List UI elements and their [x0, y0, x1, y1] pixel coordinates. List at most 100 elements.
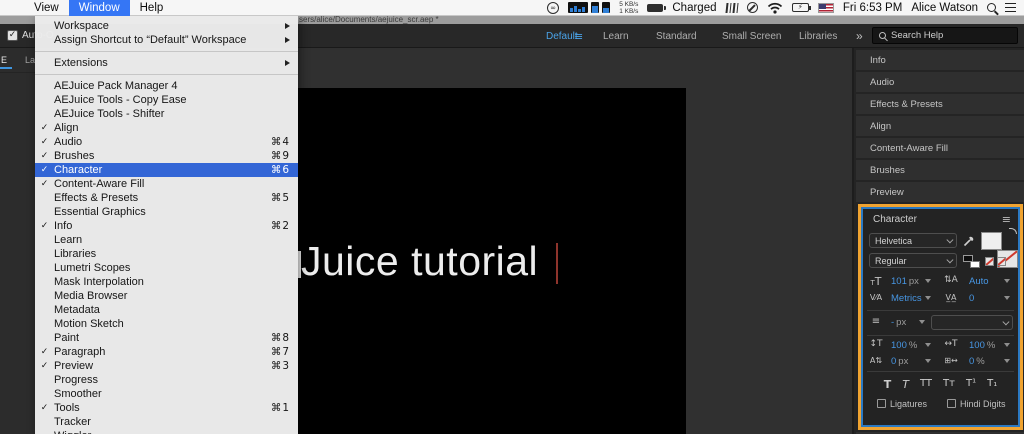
workspace-tab-learn[interactable]: Learn: [603, 31, 629, 42]
search-help-box[interactable]: [872, 27, 1018, 44]
tsume-dropdown-arrow[interactable]: [1004, 359, 1010, 363]
fill-color-swatch[interactable]: [981, 232, 1002, 250]
all-caps-button[interactable]: TT: [920, 379, 932, 389]
creative-cloud-icon[interactable]: ∞: [547, 1, 560, 14]
kerning-dropdown-arrow[interactable]: [925, 296, 931, 300]
notification-center-icon[interactable]: [1005, 2, 1016, 13]
network-speed-indicator[interactable]: 5 KB/s 1 KB/s: [619, 1, 638, 15]
superscript-button[interactable]: T¹: [966, 379, 976, 389]
menu-item-tools[interactable]: ✓ Tools ⌘1: [35, 401, 298, 415]
faux-bold-button[interactable]: T: [884, 379, 892, 390]
eyedropper-icon[interactable]: [963, 233, 976, 247]
menu-item-progress[interactable]: Progress: [35, 373, 298, 387]
font-size-dropdown-arrow[interactable]: [925, 279, 931, 283]
menu-item-smoother[interactable]: Smoother: [35, 387, 298, 401]
workspace-menu-icon[interactable]: ≡: [574, 30, 583, 43]
workspace-tab-standard[interactable]: Standard: [656, 31, 697, 42]
stroke-width-dropdown-arrow[interactable]: [919, 320, 925, 324]
panel-header-info[interactable]: Info: [856, 50, 1024, 70]
font-family-dropdown[interactable]: Helvetica: [869, 233, 957, 248]
font-style-dropdown[interactable]: Regular: [869, 253, 957, 268]
ligatures-checkbox[interactable]: [877, 399, 886, 408]
panel-header-effects-presets[interactable]: Effects & Presets: [856, 94, 1024, 114]
no-fill-swatch[interactable]: [985, 257, 994, 266]
menu-item-audio[interactable]: ✓ Audio ⌘4: [35, 135, 298, 149]
no-color-swatches[interactable]: [985, 257, 1006, 266]
workspace-overflow-icon[interactable]: »: [856, 29, 863, 43]
battery-status-label[interactable]: Charged: [672, 2, 716, 14]
menu-item-content-aware-fill[interactable]: ✓ Content-Aware Fill: [35, 177, 298, 191]
menu-item-effects-presets[interactable]: Effects & Presets ⌘5: [35, 191, 298, 205]
menu-item-media-browser[interactable]: Media Browser: [35, 289, 298, 303]
menu-item-lumetri-scopes[interactable]: Lumetri Scopes: [35, 261, 298, 275]
menu-item-tracker[interactable]: Tracker: [35, 415, 298, 429]
leading-value[interactable]: Auto: [969, 276, 989, 287]
battery-charging-icon[interactable]: [647, 3, 667, 12]
workspace-tab-small-screen[interactable]: Small Screen: [722, 31, 781, 42]
menu-item-workspace[interactable]: Workspace: [35, 19, 298, 33]
menu-item-wiggler[interactable]: Wiggler: [35, 429, 298, 434]
menu-item-assign-shortcut-to-default-workspace[interactable]: Assign Shortcut to “Default” Workspace: [35, 33, 298, 47]
wifi-icon[interactable]: [767, 2, 783, 14]
panel-header-brushes[interactable]: Brushes: [856, 160, 1024, 180]
menu-item-brushes[interactable]: ✓ Brushes ⌘9: [35, 149, 298, 163]
menubar-item-window[interactable]: Window: [68, 0, 130, 16]
vertical-scale-value[interactable]: 100%: [891, 340, 917, 351]
baseline-shift-value[interactable]: 0 px: [891, 356, 908, 367]
menu-item-aejuice-pack-manager-4[interactable]: AEJuice Pack Manager 4: [35, 79, 298, 93]
spotlight-search-icon[interactable]: [987, 3, 996, 12]
menu-bar-clock[interactable]: Fri 6:53 PM: [843, 2, 902, 14]
stroke-style-dropdown[interactable]: [931, 315, 1013, 330]
small-caps-button[interactable]: Tᴛ: [943, 379, 955, 389]
menu-item-paragraph[interactable]: ✓ Paragraph ⌘7: [35, 345, 298, 359]
faux-italic-button[interactable]: T: [902, 379, 909, 390]
vertical-scale-dropdown-arrow[interactable]: [925, 343, 931, 347]
swap-fill-stroke-icon[interactable]: [1009, 228, 1017, 234]
hindi-digits-checkbox[interactable]: [947, 399, 956, 408]
workspace-tab-libraries[interactable]: Libraries: [799, 31, 837, 42]
baseline-shift-dropdown-arrow[interactable]: [925, 359, 931, 363]
panel-header-align[interactable]: Align: [856, 116, 1024, 136]
menu-item-aejuice-tools-copy-ease[interactable]: AEJuice Tools - Copy Ease: [35, 93, 298, 107]
user-name[interactable]: Alice Watson: [911, 2, 978, 14]
search-help-input[interactable]: [891, 30, 1011, 41]
menu-item-extensions[interactable]: Extensions: [35, 56, 298, 70]
composition-text-layer[interactable]: Juice tutorial: [301, 238, 538, 285]
menu-item-mask-interpolation[interactable]: Mask Interpolation: [35, 275, 298, 289]
tracking-value[interactable]: 0: [969, 293, 974, 304]
menu-item-info[interactable]: ✓ Info ⌘2: [35, 219, 298, 233]
subscript-button[interactable]: T₁: [987, 379, 997, 389]
menubar-item-help[interactable]: Help: [130, 0, 174, 16]
tsume-value[interactable]: 0%: [969, 356, 985, 367]
kerning-value[interactable]: Metrics: [891, 293, 922, 304]
menu-item-character[interactable]: ✓ Character ⌘6: [35, 163, 298, 177]
composition-canvas[interactable]: Juice tutorial: [298, 88, 686, 434]
tracking-dropdown-arrow[interactable]: [1004, 296, 1010, 300]
battery-icon[interactable]: ⚡: [791, 3, 812, 12]
leading-dropdown-arrow[interactable]: [1004, 279, 1010, 283]
panel-header-content-aware-fill[interactable]: Content-Aware Fill: [856, 138, 1024, 158]
menu-item-learn[interactable]: Learn: [35, 233, 298, 247]
menu-item-aejuice-tools-shifter[interactable]: AEJuice Tools - Shifter: [35, 107, 298, 121]
font-size-value[interactable]: 101 px: [891, 276, 919, 287]
bars-menu-icon[interactable]: [724, 2, 739, 13]
menu-item-align[interactable]: ✓ Align: [35, 121, 298, 135]
us-flag-input-source-icon[interactable]: [817, 2, 834, 13]
panel-menu-icon[interactable]: ≡: [1002, 213, 1011, 226]
menu-item-preview[interactable]: ✓ Preview ⌘3: [35, 359, 298, 373]
menu-item-metadata[interactable]: Metadata: [35, 303, 298, 317]
system-stats-icon[interactable]: [568, 2, 611, 13]
menu-item-motion-sketch[interactable]: Motion Sketch: [35, 317, 298, 331]
horizontal-scale-dropdown-arrow[interactable]: [1004, 343, 1010, 347]
do-not-disturb-icon[interactable]: [746, 2, 758, 13]
menu-item-essential-graphics[interactable]: Essential Graphics: [35, 205, 298, 219]
default-fill-stroke-icon[interactable]: [963, 255, 980, 268]
no-stroke-swatch[interactable]: [997, 257, 1006, 266]
menu-item-libraries[interactable]: Libraries: [35, 247, 298, 261]
workspace-tab-default[interactable]: Default: [546, 31, 578, 42]
panel-header-preview[interactable]: Preview: [856, 182, 1024, 202]
panel-header-audio[interactable]: Audio: [856, 72, 1024, 92]
menubar-item-view[interactable]: View: [24, 0, 69, 16]
horizontal-scale-value[interactable]: 100%: [969, 340, 995, 351]
menu-item-paint[interactable]: Paint ⌘8: [35, 331, 298, 345]
